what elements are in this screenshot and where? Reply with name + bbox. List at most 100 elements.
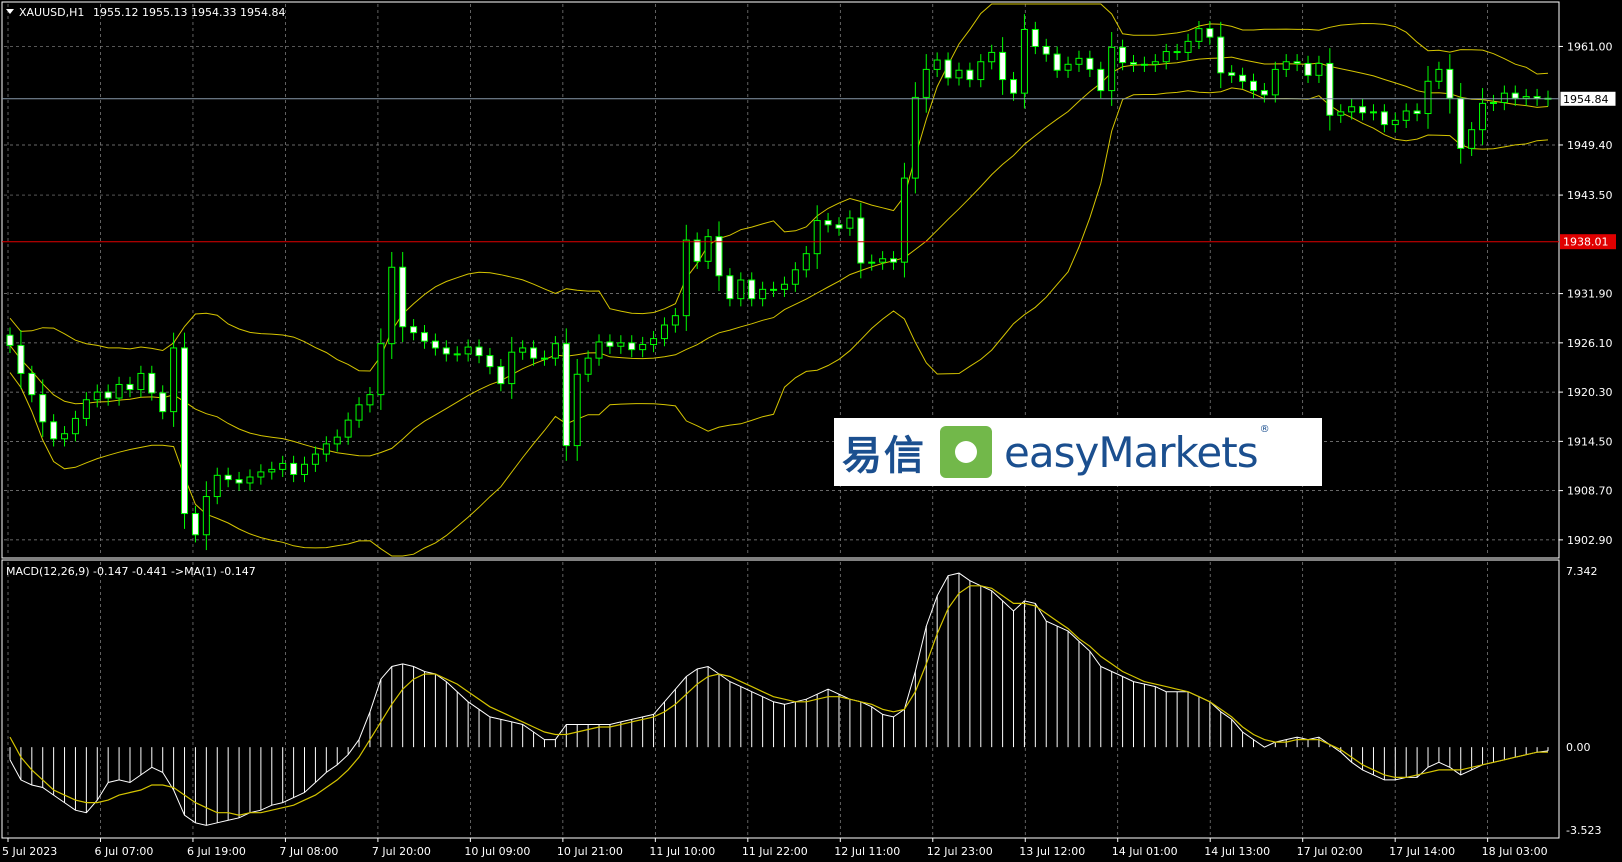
candle-body[interactable]: [93, 391, 101, 401]
candle-body[interactable]: [170, 347, 178, 413]
candle-body[interactable]: [693, 239, 701, 262]
candle-body[interactable]: [704, 236, 712, 262]
candle-body[interactable]: [999, 51, 1007, 81]
candle-body[interactable]: [890, 258, 898, 263]
candle-body[interactable]: [573, 373, 581, 447]
candle-body[interactable]: [355, 404, 363, 421]
candle-body[interactable]: [344, 419, 352, 438]
candle-body[interactable]: [519, 347, 527, 353]
candle-body[interactable]: [780, 283, 788, 290]
candle-body[interactable]: [835, 224, 843, 229]
candle-body[interactable]: [159, 392, 167, 413]
candle-body[interactable]: [1533, 96, 1541, 99]
candle-body[interactable]: [857, 217, 865, 264]
candle-body[interactable]: [377, 343, 385, 396]
candle-body[interactable]: [1042, 45, 1050, 55]
candle-body[interactable]: [530, 347, 538, 359]
candle-body[interactable]: [1151, 61, 1159, 65]
candle-body[interactable]: [1522, 96, 1530, 99]
candle-body[interactable]: [933, 59, 941, 70]
candle-body[interactable]: [824, 220, 832, 226]
candle-body[interactable]: [1413, 110, 1421, 115]
candle-body[interactable]: [224, 474, 232, 481]
candle-body[interactable]: [442, 347, 450, 355]
candle-body[interactable]: [71, 417, 79, 435]
candle-body[interactable]: [639, 344, 647, 351]
candle-body[interactable]: [475, 346, 483, 357]
candle-body[interactable]: [595, 341, 603, 359]
candle-body[interactable]: [311, 453, 319, 465]
candle-body[interactable]: [1479, 102, 1487, 131]
candle-body[interactable]: [1500, 92, 1508, 104]
candle-body[interactable]: [1130, 62, 1138, 65]
candle-body[interactable]: [617, 342, 625, 347]
candle-body[interactable]: [246, 476, 254, 484]
candle-body[interactable]: [1031, 28, 1039, 47]
candle-body[interactable]: [1326, 62, 1334, 116]
candle-body[interactable]: [28, 372, 36, 396]
candle-body[interactable]: [464, 346, 472, 355]
candle-body[interactable]: [628, 342, 636, 351]
candle-body[interactable]: [181, 347, 189, 515]
candle-body[interactable]: [682, 239, 690, 317]
candle-body[interactable]: [126, 383, 134, 391]
candle-body[interactable]: [1468, 129, 1476, 149]
candle-body[interactable]: [1108, 46, 1116, 92]
candle-body[interactable]: [333, 436, 341, 445]
candle-body[interactable]: [191, 513, 199, 536]
candle-body[interactable]: [671, 315, 679, 326]
candle-body[interactable]: [726, 275, 734, 300]
candle-body[interactable]: [1173, 51, 1181, 54]
candle-body[interactable]: [420, 332, 428, 342]
candle-body[interactable]: [17, 344, 25, 374]
candle-body[interactable]: [1424, 80, 1432, 115]
candle-body[interactable]: [1457, 97, 1465, 149]
candle-body[interactable]: [922, 68, 930, 98]
candle-body[interactable]: [115, 383, 123, 399]
candle-body[interactable]: [1086, 57, 1094, 70]
candle-body[interactable]: [1064, 63, 1072, 71]
candle-body[interactable]: [1010, 79, 1018, 94]
candle-body[interactable]: [868, 261, 876, 264]
candle-body[interactable]: [650, 338, 658, 346]
candle-body[interactable]: [1053, 53, 1061, 71]
candle-body[interactable]: [268, 468, 276, 473]
candle-body[interactable]: [366, 394, 374, 406]
candle-body[interactable]: [540, 357, 548, 360]
candle-body[interactable]: [562, 343, 570, 447]
candle-body[interactable]: [791, 269, 799, 285]
candle-body[interactable]: [879, 258, 887, 263]
candle-body[interactable]: [1140, 63, 1148, 66]
candle-body[interactable]: [431, 340, 439, 349]
candle-body[interactable]: [453, 353, 461, 356]
candle-body[interactable]: [715, 236, 723, 277]
candle-body[interactable]: [1315, 62, 1323, 76]
candle-body[interactable]: [235, 479, 243, 484]
candle-body[interactable]: [1293, 61, 1301, 64]
candle-body[interactable]: [748, 279, 756, 300]
candle-body[interactable]: [213, 474, 221, 498]
candle-body[interactable]: [1249, 80, 1257, 92]
candle-body[interactable]: [1162, 51, 1170, 63]
candle-body[interactable]: [1304, 62, 1312, 76]
candle-body[interactable]: [1402, 110, 1410, 121]
candle-body[interactable]: [497, 366, 505, 385]
candle-body[interactable]: [279, 462, 287, 470]
candle-body[interactable]: [1119, 46, 1127, 64]
candle-body[interactable]: [551, 343, 559, 359]
candle-body[interactable]: [802, 253, 810, 271]
candle-body[interactable]: [770, 288, 778, 291]
candle-body[interactable]: [1217, 36, 1225, 74]
candle-body[interactable]: [50, 421, 58, 440]
candle-body[interactable]: [813, 220, 821, 255]
candle-body[interactable]: [1206, 28, 1214, 38]
candle-body[interactable]: [39, 394, 47, 423]
candle-body[interactable]: [1020, 28, 1028, 94]
candle-body[interactable]: [1184, 40, 1192, 53]
candle-body[interactable]: [1446, 68, 1454, 99]
candle-body[interactable]: [1271, 68, 1279, 96]
candle-body[interactable]: [202, 496, 210, 536]
candle-body[interactable]: [508, 351, 516, 385]
candle-body[interactable]: [301, 463, 309, 475]
candle-body[interactable]: [1359, 106, 1367, 114]
